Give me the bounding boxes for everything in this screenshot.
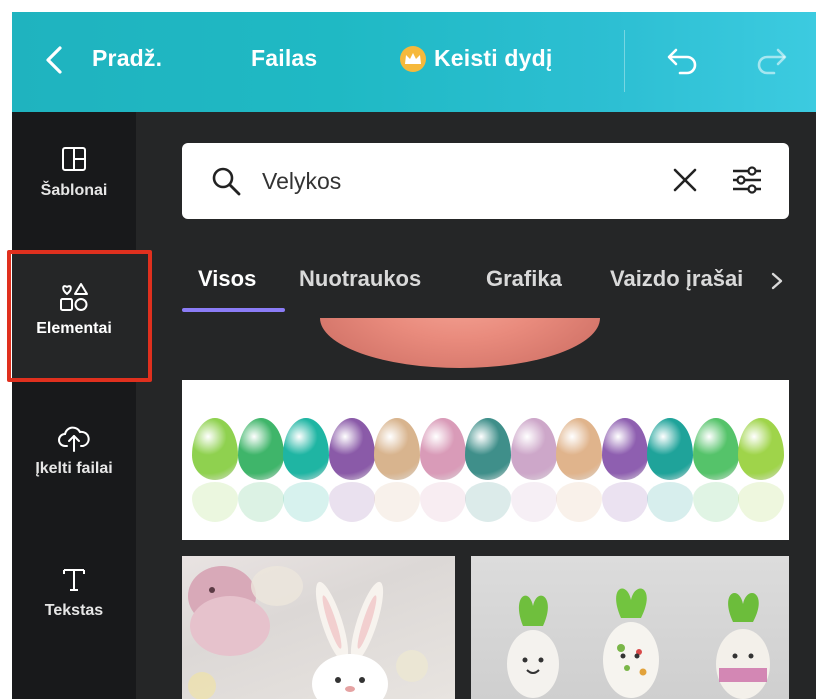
easter-egg-reflection — [601, 482, 648, 522]
tab-all[interactable]: Visos — [198, 266, 256, 292]
search-icon — [212, 167, 241, 196]
text-icon — [63, 569, 85, 591]
easter-egg — [374, 418, 420, 480]
easter-egg-reflection — [692, 482, 739, 522]
easter-egg-reflection — [419, 482, 466, 522]
search-bar — [182, 143, 789, 219]
easter-egg — [465, 418, 511, 480]
easter-egg — [237, 418, 284, 480]
tab-photos[interactable]: Nuotraukos — [299, 266, 421, 292]
side-nav: Šablonai Elementai Įkelti failai Tekstas — [12, 112, 136, 699]
sidebar-item-text[interactable]: Tekstas — [12, 562, 136, 620]
tab-videos[interactable]: Vaizdo įrašai — [610, 266, 746, 292]
resize-button[interactable]: Keisti dydį — [400, 45, 584, 72]
easter-egg-reflection — [192, 482, 238, 522]
tab-graphics[interactable]: Grafika — [486, 266, 562, 292]
file-menu-button[interactable]: Failas — [251, 45, 317, 72]
easter-egg-reflection — [556, 482, 602, 522]
easter-egg — [738, 418, 784, 480]
easter-egg-reflection — [647, 482, 693, 522]
easter-egg-reflection — [738, 482, 784, 522]
easter-egg-reflection — [328, 482, 375, 522]
resize-label: Keisti dydį — [434, 45, 553, 71]
sidebar-item-label: Šablonai — [40, 182, 108, 199]
crown-icon — [400, 45, 426, 72]
easter-egg — [692, 418, 739, 480]
easter-egg — [556, 418, 602, 480]
bunny-photo-image — [188, 566, 428, 699]
home-button[interactable]: Pradž. — [92, 45, 162, 72]
sidebar-item-label: Elementai — [36, 320, 112, 337]
sidebar-item-templates[interactable]: Šablonai — [12, 142, 136, 200]
undo-icon[interactable] — [662, 40, 702, 80]
result-eggs-with-leaves-photo[interactable] — [471, 556, 789, 699]
sidebar-item-label: Įkelti failai — [35, 460, 113, 477]
search-input[interactable] — [262, 161, 642, 201]
easter-egg-reflection — [283, 482, 329, 522]
category-tabs: Visos Nuotraukos Grafika Vaizdo įrašai — [182, 258, 792, 318]
easter-egg — [192, 418, 238, 480]
upload-cloud-icon — [58, 426, 90, 452]
result-thumbnail-partial[interactable] — [320, 318, 600, 368]
easter-egg — [510, 418, 557, 480]
back-chevron-icon[interactable] — [40, 40, 70, 80]
eggs-photo-image — [507, 588, 770, 699]
easter-egg-reflection — [237, 482, 284, 522]
easter-egg-reflection — [374, 482, 420, 522]
result-bunny-photo[interactable] — [182, 556, 455, 699]
sidebar-item-label: Tekstas — [44, 602, 104, 619]
easter-egg — [328, 418, 375, 480]
templates-icon — [62, 147, 86, 171]
easter-egg — [419, 418, 466, 480]
easter-egg — [283, 418, 329, 480]
sidebar-item-uploads[interactable]: Įkelti failai — [12, 420, 136, 478]
redo-icon[interactable] — [752, 40, 792, 80]
toolbar-divider — [624, 30, 625, 92]
sidebar-item-elements[interactable]: Elementai — [12, 280, 136, 338]
easter-egg — [647, 418, 693, 480]
filter-sliders-icon[interactable] — [730, 163, 764, 197]
elements-icon — [60, 283, 88, 311]
easter-egg-reflection — [510, 482, 557, 522]
result-easter-eggs-row[interactable] — [182, 380, 789, 540]
top-bar: Pradž. Failas Keisti dydį — [12, 12, 816, 112]
active-tab-underline — [182, 308, 285, 312]
easter-egg-reflection — [465, 482, 511, 522]
clear-search-icon[interactable] — [670, 165, 700, 195]
easter-egg — [601, 418, 648, 480]
chevron-right-icon[interactable] — [766, 266, 788, 296]
